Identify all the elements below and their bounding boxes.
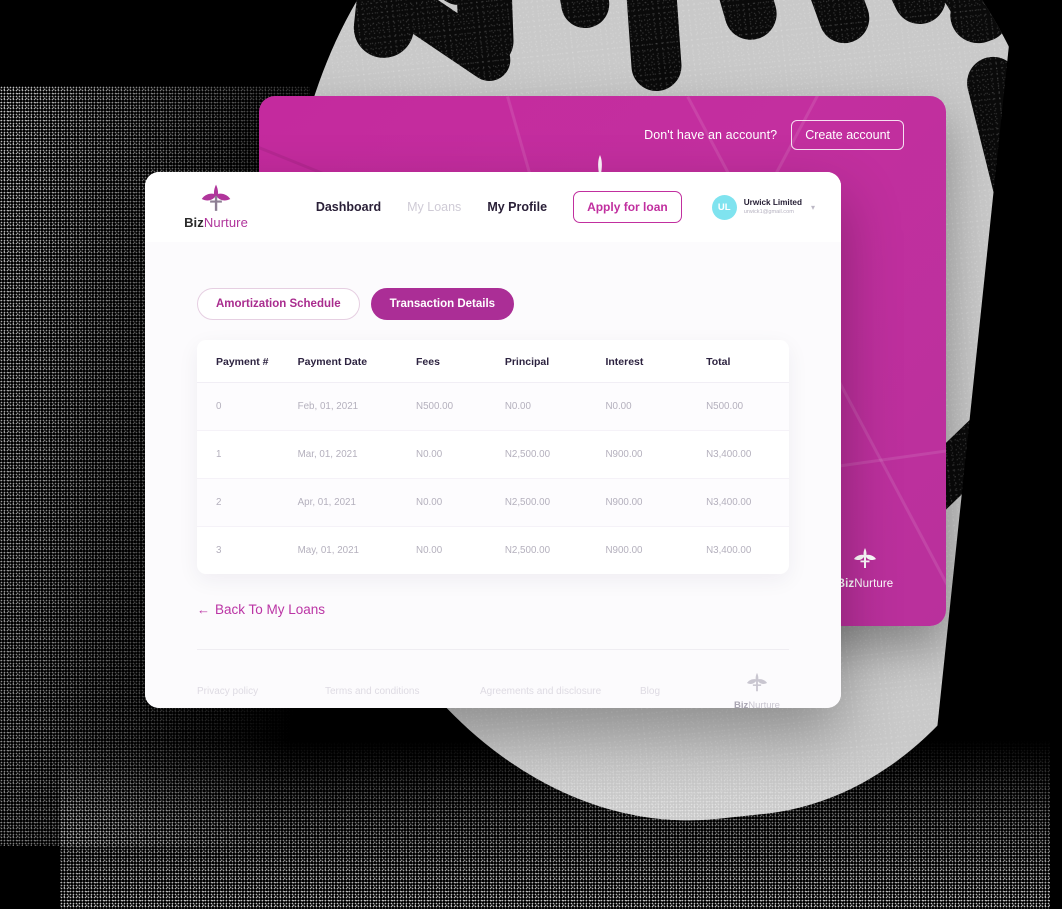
cell-fees: N0.00: [416, 430, 505, 479]
biznurture-leaf-icon: [746, 672, 768, 692]
nav-links: Dashboard My Loans My Profile Apply for …: [316, 191, 815, 223]
tab-transaction-details[interactable]: Transaction Details: [370, 288, 515, 320]
brand-logo[interactable]: BizNurture: [179, 184, 253, 230]
apply-for-loan-button[interactable]: Apply for loan: [573, 191, 682, 223]
user-menu[interactable]: UL Urwick Limited urwick1@gmail.com ▾: [711, 194, 815, 220]
cell-payment-date: Feb, 01, 2021: [297, 382, 417, 431]
transactions-table-card: Payment # Payment Date Fees Principal In…: [197, 340, 789, 574]
col-payment-number: Payment #: [197, 340, 298, 383]
table-row[interactable]: 3 May, 01, 2021 N0.00 N2,500.00 N900.00 …: [197, 527, 789, 575]
table-row[interactable]: 2 Apr, 01, 2021 N0.00 N2,500.00 N900.00 …: [197, 478, 789, 527]
brand-suffix: Nurture: [203, 215, 248, 230]
user-name: Urwick Limited: [743, 198, 802, 208]
cell-principal: N2,500.00: [504, 478, 606, 527]
cell-fees: N500.00: [416, 382, 505, 431]
col-total: Total: [706, 340, 789, 383]
cell-total: N3,400.00: [706, 478, 789, 527]
cell-principal: N2,500.00: [504, 545, 551, 556]
nav-item-dashboard[interactable]: Dashboard: [316, 200, 381, 214]
cell-total: N3,400.00: [706, 430, 789, 479]
cell-payment-date: May, 01, 2021: [297, 545, 359, 556]
back-link-label: Back To My Loans: [215, 602, 326, 617]
brand-prefix: Biz: [184, 215, 204, 230]
table-head: Payment # Payment Date Fees Principal In…: [197, 340, 789, 383]
col-fees: Fees: [416, 340, 505, 383]
table-row[interactable]: 0 Feb, 01, 2021 N500.00 N0.00 N0.00 N500…: [197, 382, 789, 431]
nav-item-my-profile[interactable]: My Profile: [487, 200, 547, 214]
footer-link-privacy-policy[interactable]: Privacy policy: [197, 686, 325, 697]
cell-payment-number: 2: [197, 478, 298, 527]
back-to-my-loans-link[interactable]: ← Back To My Loans: [197, 602, 325, 617]
col-principal: Principal: [504, 340, 606, 383]
cell-total: N500.00: [706, 382, 789, 431]
footer-brand-logo: BizNurture: [725, 672, 789, 708]
cell-payment-number: 0: [197, 382, 298, 431]
view-tabs: Amortization Schedule Transaction Detail…: [197, 288, 789, 320]
create-account-button[interactable]: Create account: [791, 120, 904, 150]
user-meta: Urwick Limited urwick1@gmail.com: [744, 198, 802, 215]
cell-principal: N0.00: [504, 382, 606, 431]
user-email: urwick1@gmail.com: [743, 208, 794, 215]
promo-brand-suffix: Nurture: [854, 578, 894, 590]
cell-payment-number: 3: [216, 545, 222, 556]
footer-link-terms[interactable]: Terms and conditions: [325, 686, 480, 697]
chevron-down-icon: ▾: [810, 202, 815, 212]
cell-payment-date: Apr, 01, 2021: [297, 478, 417, 527]
nav-item-my-loans[interactable]: My Loans: [407, 200, 461, 214]
table-header-row: Payment # Payment Date Fees Principal In…: [197, 340, 789, 383]
arrow-left-icon: ←: [197, 602, 210, 617]
tab-amortization-schedule[interactable]: Amortization Schedule: [197, 288, 360, 320]
table-row[interactable]: 1 Mar, 01, 2021 N0.00 N2,500.00 N900.00 …: [197, 430, 789, 479]
transactions-table: Payment # Payment Date Fees Principal In…: [197, 340, 789, 574]
promo-brand-logo: BizNurture: [832, 547, 898, 590]
cell-total: N3,400.00: [706, 545, 752, 556]
footer-brand-suffix: Nurture: [748, 700, 780, 708]
footer-link-agreements[interactable]: Agreements and disclosure: [480, 686, 640, 697]
avatar: UL: [711, 194, 737, 220]
cell-fees: N0.00: [416, 478, 505, 527]
cell-payment-number: 1: [197, 430, 298, 479]
page-content: Amortization Schedule Transaction Detail…: [145, 242, 841, 708]
cell-interest: N900.00: [605, 545, 643, 556]
cell-interest: N900.00: [605, 478, 707, 527]
footer-brand-prefix: Biz: [734, 700, 749, 708]
screenshot-root: Don't have an account? Create account Bi…: [0, 0, 1062, 909]
app-window: BizNurture Dashboard My Loans My Profile…: [145, 172, 841, 708]
footer-link-blog[interactable]: Blog: [640, 686, 660, 697]
cell-fees: N0.00: [416, 545, 443, 556]
top-navigation: BizNurture Dashboard My Loans My Profile…: [145, 172, 841, 242]
col-payment-date: Payment Date: [297, 340, 417, 383]
cell-interest: N0.00: [605, 382, 707, 431]
promo-top-bar: Don't have an account? Create account: [644, 120, 904, 150]
cell-principal: N2,500.00: [504, 430, 606, 479]
footer-links: Privacy policy Terms and conditions Agre…: [197, 686, 725, 697]
table-body: 0 Feb, 01, 2021 N500.00 N0.00 N0.00 N500…: [197, 382, 789, 575]
promo-question: Don't have an account?: [644, 128, 778, 142]
cell-payment-date: Mar, 01, 2021: [297, 430, 417, 479]
cell-interest: N900.00: [605, 430, 707, 479]
biznurture-leaf-icon: [854, 548, 876, 568]
footer: Privacy policy Terms and conditions Agre…: [197, 649, 789, 708]
biznurture-leaf-icon: [201, 184, 231, 211]
col-interest: Interest: [605, 340, 707, 383]
